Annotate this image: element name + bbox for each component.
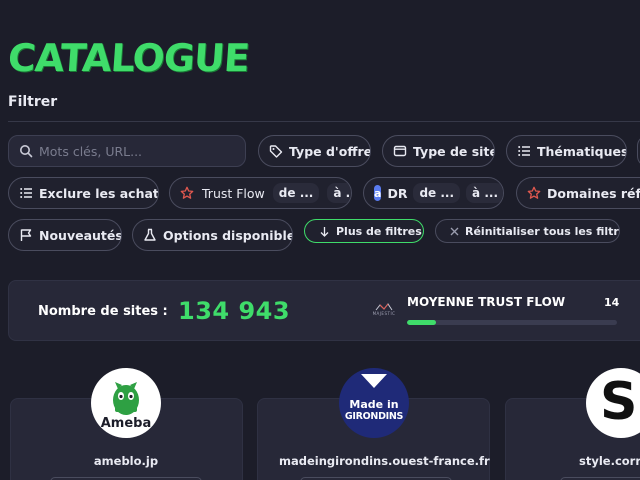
nouveautes-label: Nouveautés (39, 227, 122, 243)
star-icon (180, 186, 194, 199)
domaines-referents-filter[interactable]: Domaines référ (516, 177, 640, 209)
list-icon (518, 146, 530, 156)
girondins-logo-text: GIRONDINS (344, 411, 404, 422)
nouveautes-filter[interactable]: Nouveautés (8, 219, 122, 251)
trust-flow-average-value: 14 (604, 296, 620, 309)
close-icon (450, 227, 459, 235)
dr-max-input[interactable]: à ... (466, 183, 503, 203)
domaines-referents-label: Domaines référ (547, 185, 640, 201)
majestic-logo: MAJESTIC (369, 303, 399, 319)
trust-flow-progress-fill (407, 320, 437, 325)
arrow-down-icon (320, 226, 329, 237)
reset-filters-button[interactable]: Réinitialiser tous les filtres (435, 219, 620, 243)
flag-icon (20, 229, 32, 241)
trust-flow-progress-bar (407, 320, 617, 325)
search-placeholder: Mots clés, URL... (39, 143, 143, 159)
trust-flow-filter[interactable]: Trust Flow de ... à ... (169, 177, 352, 209)
dr-min-input[interactable]: de ... (413, 183, 461, 203)
more-filters-label: Plus de filtres (336, 224, 422, 238)
options-disponibles-filter[interactable]: Options disponibles (132, 219, 293, 251)
stats-panel: Nombre de sites : 134 943 MAJESTIC MOYEN… (8, 280, 640, 341)
window-icon (393, 145, 407, 157)
exclure-achats-filter[interactable]: Exclure les achats (8, 177, 159, 209)
divider (8, 121, 640, 122)
ameba-logo-text: Ameba (100, 416, 152, 431)
trust-flow-average-title: MOYENNE TRUST FLOW (407, 295, 566, 309)
exclure-achats-label: Exclure les achats (39, 185, 159, 201)
type-site-label: Type de site (413, 143, 495, 159)
list-icon (20, 188, 32, 198)
style-logo-text: S (600, 372, 638, 432)
type-site-filter[interactable]: Type de site (382, 135, 495, 167)
made-in-logo-text: Made in (349, 398, 399, 411)
majestic-icon (375, 303, 393, 311)
site-domain[interactable]: style.corrie (579, 454, 640, 468)
site-domain[interactable]: madeingirondins.ouest-france.fr (279, 454, 490, 468)
dr-label: DR (387, 185, 408, 201)
options-disponibles-label: Options disponibles (163, 227, 293, 243)
site-logo: Ameba (91, 368, 161, 438)
star-icon (527, 186, 541, 199)
trust-flow-min-input[interactable]: de ... (272, 183, 320, 203)
more-filters-button[interactable]: Plus de filtres (304, 219, 424, 243)
majestic-text: MAJESTIC (372, 311, 396, 316)
search-icon (20, 145, 33, 158)
flask-icon (144, 228, 156, 241)
ahrefs-icon: a (374, 185, 382, 201)
thematiques-filter[interactable]: Thématiques (506, 135, 627, 167)
site-domain[interactable]: ameblo.jp (90, 454, 162, 468)
filter-title: Filtrer (8, 94, 58, 110)
tag-icon (269, 145, 283, 158)
type-offre-label: Type d'offre (289, 143, 371, 159)
trust-flow-max-input[interactable]: à ... (327, 183, 351, 203)
trust-flow-label: Trust Flow (202, 185, 265, 201)
thematiques-label: Thématiques (537, 143, 627, 159)
sites-count-value: 134 943 (178, 297, 291, 325)
dr-filter[interactable]: a DR de ... à ... (363, 177, 504, 209)
sites-count-label: Nombre de sites : (38, 304, 168, 319)
site-logo: Made in GIRONDINS (339, 368, 409, 438)
reset-filters-label: Réinitialiser tous les filtres (465, 224, 620, 238)
search-input[interactable]: Mots clés, URL... (8, 135, 246, 167)
page-title: CATALOGUE (6, 36, 251, 80)
type-offre-filter[interactable]: Type d'offre (258, 135, 371, 167)
